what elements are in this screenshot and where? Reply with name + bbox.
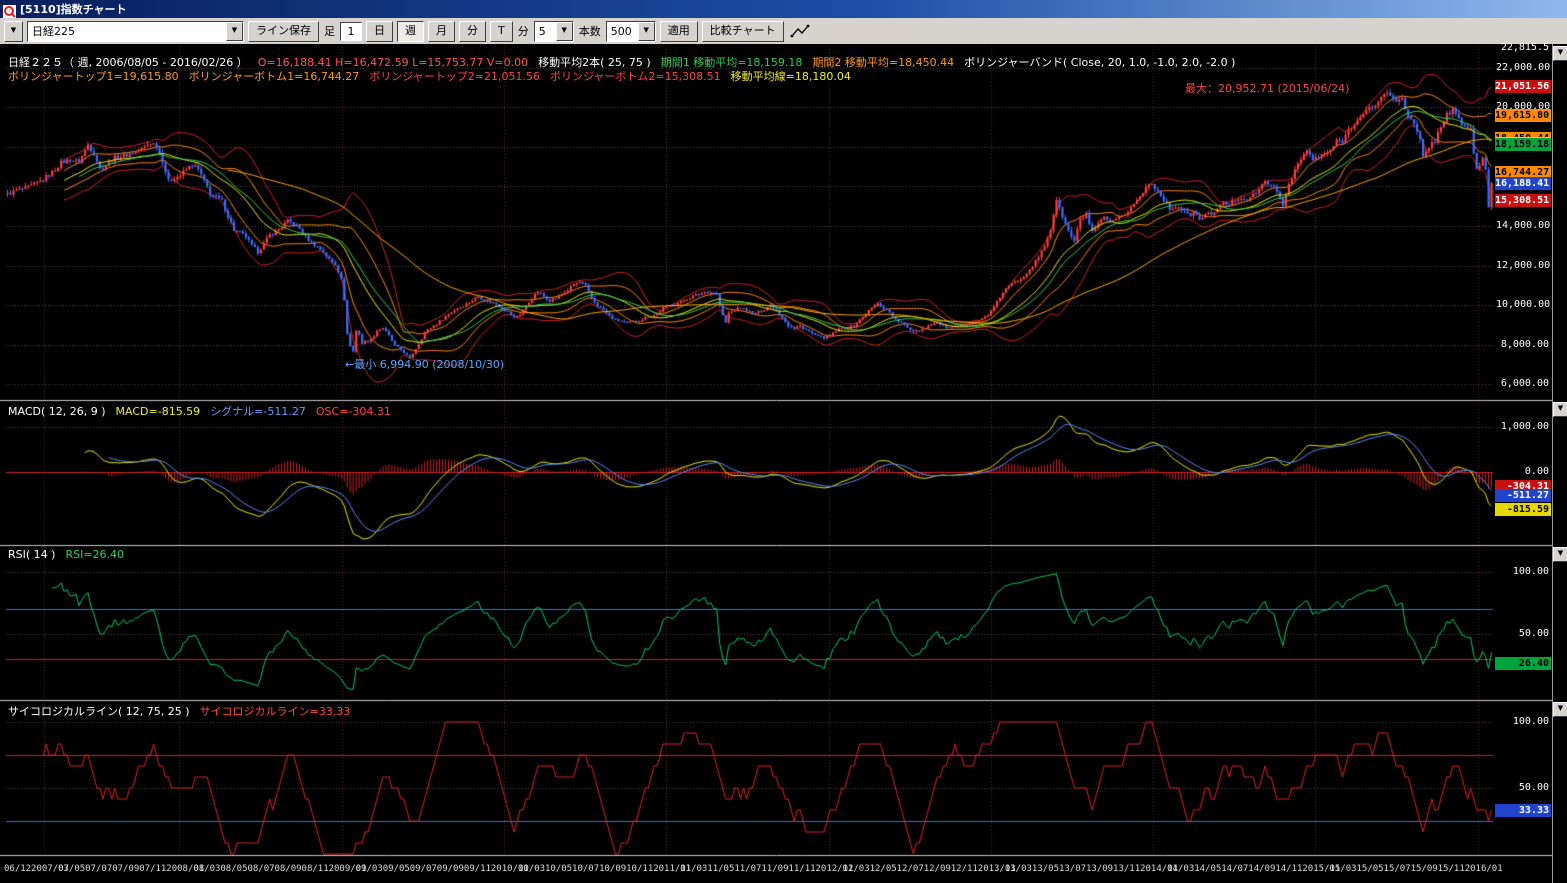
window-title: [5110]指数チャート [20,1,127,17]
window-titlebar[interactable]: [5110]指数チャート [0,0,1567,18]
bars-dropdown-icon[interactable]: ▼ [638,22,655,41]
symbol-combobox[interactable]: 日経225 ▼ [27,21,244,42]
timeframe-minute-button[interactable]: 分 [459,21,486,42]
bars-label: 本数 [578,23,602,39]
main-panel-menu-button[interactable]: ▼ [1553,46,1567,61]
timeframe-label: 足 [323,23,336,39]
rsi-panel-menu-button[interactable]: ▼ [1553,547,1567,562]
app-window: { "window": { "title": "[5110]指数チャート" },… [0,0,1567,883]
save-line-button[interactable]: ライン保存 [248,21,319,42]
timeframe-week-button[interactable]: 週 [397,21,424,42]
compare-chart-button[interactable]: 比較チャート [702,21,784,42]
bars-select[interactable]: 500 ▼ [606,21,656,42]
bars-value: 500 [607,25,638,38]
app-icon [3,3,16,16]
apply-button[interactable]: 適用 [660,21,698,42]
chart-canvas[interactable] [0,44,1553,883]
trend-line-tool-icon[interactable] [788,22,812,41]
toolbar-dropdown-button[interactable]: ▼ [4,21,23,42]
symbol-value: 日経225 [28,23,226,39]
symbol-dropdown-icon[interactable]: ▼ [226,22,243,41]
psych-panel-menu-button[interactable]: ▼ [1553,702,1567,717]
timeframe-count-input[interactable]: 1 [340,22,362,41]
chart-area: 日経２２５（ 週, 2006/08/05 - 2016/02/26 ）O=16,… [0,44,1567,883]
macd-panel-menu-button[interactable]: ▼ [1553,402,1567,417]
toolbar: ▼ 日経225 ▼ ライン保存 足 1 日 週 月 分 T 分 5 ▼ 本数 5… [0,18,1567,45]
timeframe-month-button[interactable]: 月 [428,21,455,42]
minute-label: 分 [517,23,530,39]
minute-value: 5 [535,25,556,38]
minute-select[interactable]: 5 ▼ [534,21,574,42]
timeframe-tick-button[interactable]: T [490,21,513,42]
timeframe-day-button[interactable]: 日 [366,21,393,42]
minute-dropdown-icon[interactable]: ▼ [556,22,573,41]
panel-button-strip: ▼ ▼ ▼ ▼ [1552,44,1567,883]
